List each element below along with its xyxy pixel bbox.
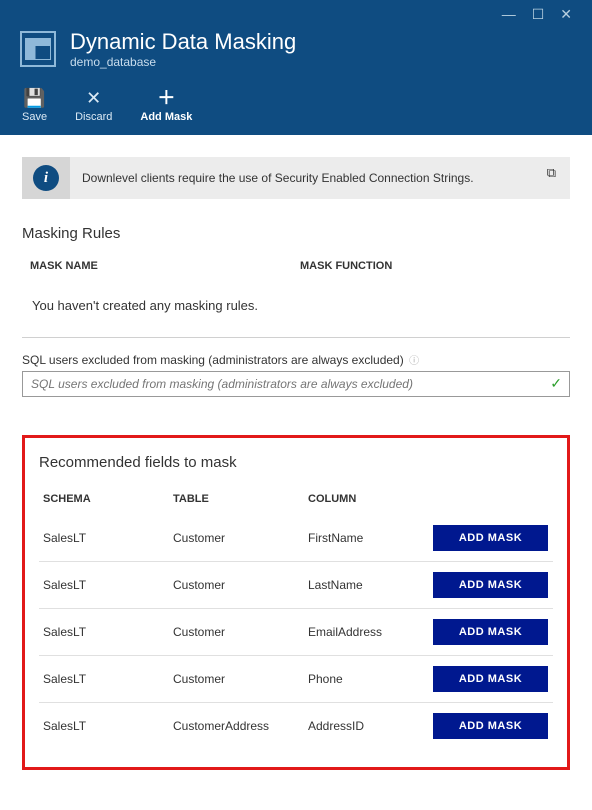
close-icon[interactable]: ✕ xyxy=(560,6,572,23)
maximize-icon[interactable]: ☐ xyxy=(532,6,545,23)
info-icon: i xyxy=(33,165,59,191)
table-cell: Customer xyxy=(169,656,304,703)
add-mask-row-button[interactable]: ADD MASK xyxy=(433,572,548,598)
save-label: Save xyxy=(22,111,47,123)
schema-cell: SalesLT xyxy=(39,609,169,656)
table-row: SalesLTCustomerAddressAddressIDADD MASK xyxy=(39,703,553,750)
mask-function-header: MASK FUNCTION xyxy=(300,260,392,272)
add-mask-row-button[interactable]: ADD MASK xyxy=(433,666,548,692)
schema-cell: SalesLT xyxy=(39,656,169,703)
help-icon[interactable]: ⓘ xyxy=(409,356,419,367)
column-header: COLUMN xyxy=(304,485,429,515)
column-cell: EmailAddress xyxy=(304,609,429,656)
external-link-icon[interactable]: ⧉ xyxy=(547,165,556,181)
info-text: Downlevel clients require the use of Sec… xyxy=(70,157,570,199)
recommended-table: SCHEMA TABLE COLUMN SalesLTCustomerFirst… xyxy=(39,485,553,749)
page-subtitle: demo_database xyxy=(70,55,296,69)
discard-icon: ✕ xyxy=(86,89,101,107)
table-row: SalesLTCustomerPhoneADD MASK xyxy=(39,656,553,703)
add-mask-button[interactable]: ＋ Add Mask xyxy=(140,89,192,123)
table-row: SalesLTCustomerLastNameADD MASK xyxy=(39,562,553,609)
check-icon: ✓ xyxy=(550,375,562,392)
action-cell: ADD MASK xyxy=(429,562,553,609)
excluded-input-wrap: ✓ xyxy=(22,371,570,397)
discard-label: Discard xyxy=(75,111,112,123)
table-cell: Customer xyxy=(169,609,304,656)
add-mask-row-button[interactable]: ADD MASK xyxy=(433,713,548,739)
save-button[interactable]: 💾 Save xyxy=(22,89,47,123)
info-icon-box: i xyxy=(22,157,70,199)
schema-cell: SalesLT xyxy=(39,703,169,750)
header-bar: — ☐ ✕ Dynamic Data Masking demo_database… xyxy=(0,0,592,135)
table-row: SalesLTCustomerFirstNameADD MASK xyxy=(39,515,553,562)
window-controls: — ☐ ✕ xyxy=(20,6,572,29)
add-mask-label: Add Mask xyxy=(140,111,192,123)
plus-icon: ＋ xyxy=(157,89,175,107)
excluded-users-section: SQL users excluded from masking (adminis… xyxy=(22,352,570,397)
schema-cell: SalesLT xyxy=(39,562,169,609)
action-header xyxy=(429,485,553,515)
column-cell: Phone xyxy=(304,656,429,703)
action-cell: ADD MASK xyxy=(429,609,553,656)
add-mask-row-button[interactable]: ADD MASK xyxy=(433,525,548,551)
recommended-fields-box: Recommended fields to mask SCHEMA TABLE … xyxy=(22,435,570,770)
title-text: Dynamic Data Masking demo_database xyxy=(70,29,296,69)
info-banner: i Downlevel clients require the use of S… xyxy=(22,157,570,199)
save-icon: 💾 xyxy=(23,89,45,107)
excluded-label-text: SQL users excluded from masking (adminis… xyxy=(22,353,404,367)
mask-name-header: MASK NAME xyxy=(30,260,300,272)
discard-button[interactable]: ✕ Discard xyxy=(75,89,112,123)
column-cell: LastName xyxy=(304,562,429,609)
table-cell: Customer xyxy=(169,515,304,562)
rules-headers: MASK NAME MASK FUNCTION xyxy=(22,254,570,278)
app-icon xyxy=(20,31,56,67)
masking-rules-title: Masking Rules xyxy=(22,225,570,242)
schema-cell: SalesLT xyxy=(39,515,169,562)
recommended-title: Recommended fields to mask xyxy=(39,454,553,471)
column-cell: FirstName xyxy=(304,515,429,562)
content-area: i Downlevel clients require the use of S… xyxy=(0,135,592,810)
column-cell: AddressID xyxy=(304,703,429,750)
add-mask-row-button[interactable]: ADD MASK xyxy=(433,619,548,645)
excluded-users-input[interactable] xyxy=(22,371,570,397)
title-row: Dynamic Data Masking demo_database xyxy=(20,29,572,73)
table-cell: Customer xyxy=(169,562,304,609)
table-row: SalesLTCustomerEmailAddressADD MASK xyxy=(39,609,553,656)
table-header: TABLE xyxy=(169,485,304,515)
toolbar: 💾 Save ✕ Discard ＋ Add Mask xyxy=(20,73,572,135)
schema-header: SCHEMA xyxy=(39,485,169,515)
action-cell: ADD MASK xyxy=(429,515,553,562)
table-cell: CustomerAddress xyxy=(169,703,304,750)
page-title: Dynamic Data Masking xyxy=(70,29,296,55)
empty-rules-message: You haven't created any masking rules. xyxy=(22,278,570,338)
minimize-icon[interactable]: — xyxy=(502,6,516,23)
action-cell: ADD MASK xyxy=(429,703,553,750)
excluded-label: SQL users excluded from masking (adminis… xyxy=(22,352,570,367)
action-cell: ADD MASK xyxy=(429,656,553,703)
